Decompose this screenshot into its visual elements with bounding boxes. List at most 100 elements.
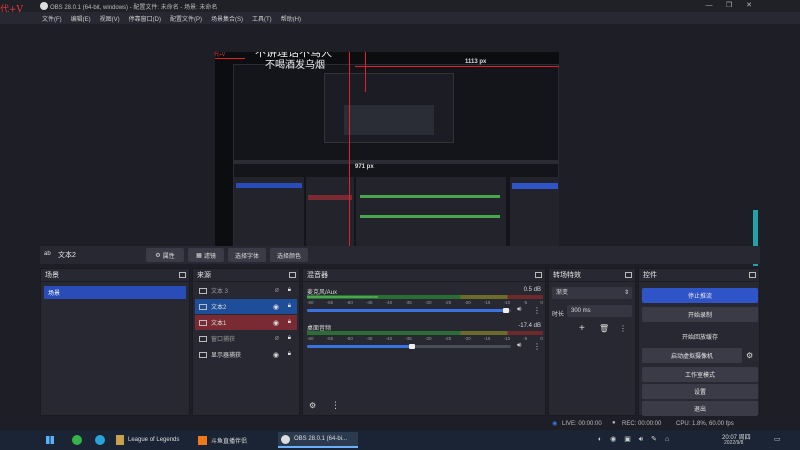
close-button[interactable]: ✕ bbox=[740, 0, 758, 12]
scenes-dock: 场景 场景 bbox=[40, 268, 190, 416]
menu-docks[interactable]: 停靠窗口(D) bbox=[129, 14, 161, 23]
filters-button[interactable]: ▦ 滤镜 bbox=[188, 248, 224, 262]
taskbar-app-douyu[interactable]: 斗鱼直播伴侣 bbox=[198, 432, 247, 448]
monitor-icon bbox=[199, 351, 207, 358]
source-item[interactable]: 文本 3 ø 🔒︎ bbox=[195, 283, 297, 298]
minimize-button[interactable]: — bbox=[700, 0, 718, 12]
speaker-icon[interactable]: 🔊︎ bbox=[517, 342, 521, 350]
mixer-menu-icon[interactable]: ⋮ bbox=[331, 400, 340, 411]
menu-view[interactable]: 视图(V) bbox=[100, 14, 120, 23]
exit-button[interactable]: 退出 bbox=[642, 401, 758, 416]
source-item[interactable]: 窗口捕获 ø 🔒︎ bbox=[195, 331, 297, 346]
guide-line-top bbox=[355, 66, 559, 67]
filter-icon: ▦ bbox=[196, 252, 202, 259]
settings-button[interactable]: 设置 bbox=[642, 384, 758, 399]
advanced-audio-icon[interactable]: ⚙ bbox=[309, 401, 316, 410]
clock-date[interactable]: 2022/9/8 bbox=[724, 440, 743, 446]
lock-icon[interactable]: 🔒︎ bbox=[288, 351, 291, 358]
volume-slider[interactable] bbox=[307, 345, 411, 348]
taskbar-app-league[interactable]: League of Legends bbox=[116, 432, 179, 448]
chevron-updown-icon: ⇕ bbox=[623, 290, 629, 296]
windows-start-icon[interactable] bbox=[46, 436, 54, 444]
menu-help[interactable]: 帮助(H) bbox=[281, 14, 301, 23]
eye-hidden-icon[interactable]: ø bbox=[275, 335, 279, 342]
source-item-selected[interactable]: 文本2 ◉ 🔒︎ bbox=[195, 299, 297, 314]
menu-bar: 文件(F) 编辑(E) 视图(V) 停靠窗口(D) 配置文件(P) 场景集合(S… bbox=[0, 12, 800, 24]
source-label: 文本2 bbox=[211, 305, 227, 311]
start-virtual-camera-button[interactable]: 启动虚拟摄像机 bbox=[642, 348, 742, 363]
taskbar-app-label: 斗鱼直播伴侣 bbox=[211, 438, 248, 445]
properties-button[interactable]: ⚙ 属性 bbox=[146, 248, 184, 262]
rec-time: REC: 00:00:00 bbox=[622, 421, 662, 427]
notification-icon[interactable]: ▭ bbox=[774, 435, 781, 443]
window-icon bbox=[199, 335, 207, 342]
transition-menu-icon[interactable]: ⋮ bbox=[619, 324, 627, 333]
guide-line-left bbox=[215, 58, 245, 59]
transition-select[interactable]: 渐变 ⇕ bbox=[552, 287, 632, 299]
studio-mode-button[interactable]: 工作室模式 bbox=[642, 367, 758, 382]
meter-tick-label: -60 bbox=[307, 300, 314, 305]
lock-icon[interactable]: 🔒︎ bbox=[288, 335, 291, 342]
meter-tick-label: -30 bbox=[424, 336, 432, 341]
eye-hidden-icon[interactable]: ø bbox=[275, 287, 279, 294]
meter-tick-label: -15 bbox=[483, 300, 491, 305]
meter-tick-label: -35 bbox=[405, 300, 412, 305]
volume-slider[interactable] bbox=[307, 309, 505, 312]
add-transition-icon[interactable]: + bbox=[579, 323, 585, 334]
tray-icons[interactable]: ◐ ◉ ▣ 🔊︎ ✎ ⌂ bbox=[598, 435, 672, 444]
source-item[interactable]: 显示器捕获 ◉ 🔒︎ bbox=[195, 347, 297, 362]
taskbar-app-obs[interactable]: OBS 28.0.1 (64-bi... bbox=[278, 432, 358, 448]
preview-canvas[interactable]: 不讲理话不骂人 不喝酒发乌烟 1113 px 971 px bbox=[215, 52, 559, 262]
dock-popout-icon[interactable] bbox=[289, 272, 296, 278]
delete-transition-icon[interactable]: 🗑︎ bbox=[599, 324, 609, 333]
app-play-icon[interactable] bbox=[95, 435, 105, 445]
dock-popout-icon[interactable] bbox=[179, 272, 186, 278]
menu-edit[interactable]: 编辑(E) bbox=[71, 14, 91, 23]
source-item[interactable]: 文本1 ◉ 🔒︎ bbox=[195, 315, 297, 330]
more-options-icon[interactable]: ⋮ bbox=[533, 306, 541, 315]
speaker-icon[interactable]: 🔊︎ bbox=[517, 306, 521, 314]
mixer-channel: 桌面音频 -17.4 dB -60 -55 -50 -45 -40 -35 -30 -25 -2… bbox=[307, 323, 547, 353]
lock-icon[interactable]: 🔒︎ bbox=[288, 319, 291, 326]
status-bar: ◉ LIVE: 00:00:00 ● REC: 00:00:00 CPU: 1.… bbox=[0, 418, 760, 430]
more-options-icon[interactable]: ⋮ bbox=[533, 342, 541, 351]
menu-profile[interactable]: 配置文件(P) bbox=[170, 14, 202, 23]
text-icon bbox=[199, 319, 207, 326]
eye-icon[interactable]: ◉ bbox=[273, 303, 279, 311]
text-icon bbox=[199, 287, 207, 294]
stop-streaming-button[interactable]: 停止推流 bbox=[642, 288, 758, 303]
select-font-button[interactable]: 选择字体 bbox=[228, 248, 266, 262]
volume-slider-handle[interactable] bbox=[409, 344, 415, 349]
eye-icon[interactable]: ◉ bbox=[273, 351, 279, 359]
meter-tick-label: -50 bbox=[346, 300, 353, 305]
obs-logo-icon bbox=[40, 2, 48, 10]
dock-popout-icon[interactable] bbox=[749, 272, 756, 278]
controls-dock: 控件 停止推流 开始录制 开始回放缓存 启动虚拟摄像机 ⚙ 工作室模式 设置 退… bbox=[638, 268, 760, 416]
menu-file[interactable]: 文件(F) bbox=[42, 14, 62, 23]
eye-icon[interactable]: ◉ bbox=[273, 319, 279, 327]
lock-icon[interactable]: 🔒︎ bbox=[288, 303, 291, 310]
select-color-button[interactable]: 选择颜色 bbox=[270, 248, 308, 262]
menu-tools[interactable]: 工具(T) bbox=[252, 14, 272, 23]
maximize-button[interactable]: ❐ bbox=[720, 0, 738, 12]
start-recording-button[interactable]: 开始录制 bbox=[642, 307, 758, 322]
window-title: OBS 28.0.1 (64-bit, windows) - 配置文件: 未命名… bbox=[50, 4, 218, 11]
app-green-icon[interactable] bbox=[72, 435, 82, 445]
virtual-camera-settings-icon[interactable]: ⚙ bbox=[746, 351, 753, 360]
meter-tick-label: -5 bbox=[523, 336, 528, 341]
transitions-dock: 转场特效 渐变 ⇕ 时长 300 ms + 🗑︎ ⋮ bbox=[548, 268, 636, 416]
meter-tick-label: -55 bbox=[326, 300, 334, 305]
menu-scene-collection[interactable]: 场景集合(S) bbox=[211, 14, 243, 23]
meter-tick-label: -55 bbox=[326, 336, 334, 341]
volume-slider-handle[interactable] bbox=[503, 308, 509, 313]
scene-item[interactable]: 场景 bbox=[44, 286, 186, 299]
lock-icon[interactable]: 🔒︎ bbox=[288, 287, 291, 294]
duration-input[interactable]: 300 ms bbox=[567, 305, 632, 317]
dock-popout-icon[interactable] bbox=[625, 272, 632, 278]
dock-popout-icon[interactable] bbox=[535, 272, 542, 278]
overlay-text-2[interactable]: 不喝酒发乌烟 bbox=[265, 56, 325, 71]
meter-tick-label: -25 bbox=[444, 336, 452, 341]
league-icon bbox=[116, 435, 124, 445]
start-replay-buffer-button[interactable]: 开始回放缓存 bbox=[642, 329, 758, 344]
meter-tick-label: -45 bbox=[365, 336, 373, 341]
